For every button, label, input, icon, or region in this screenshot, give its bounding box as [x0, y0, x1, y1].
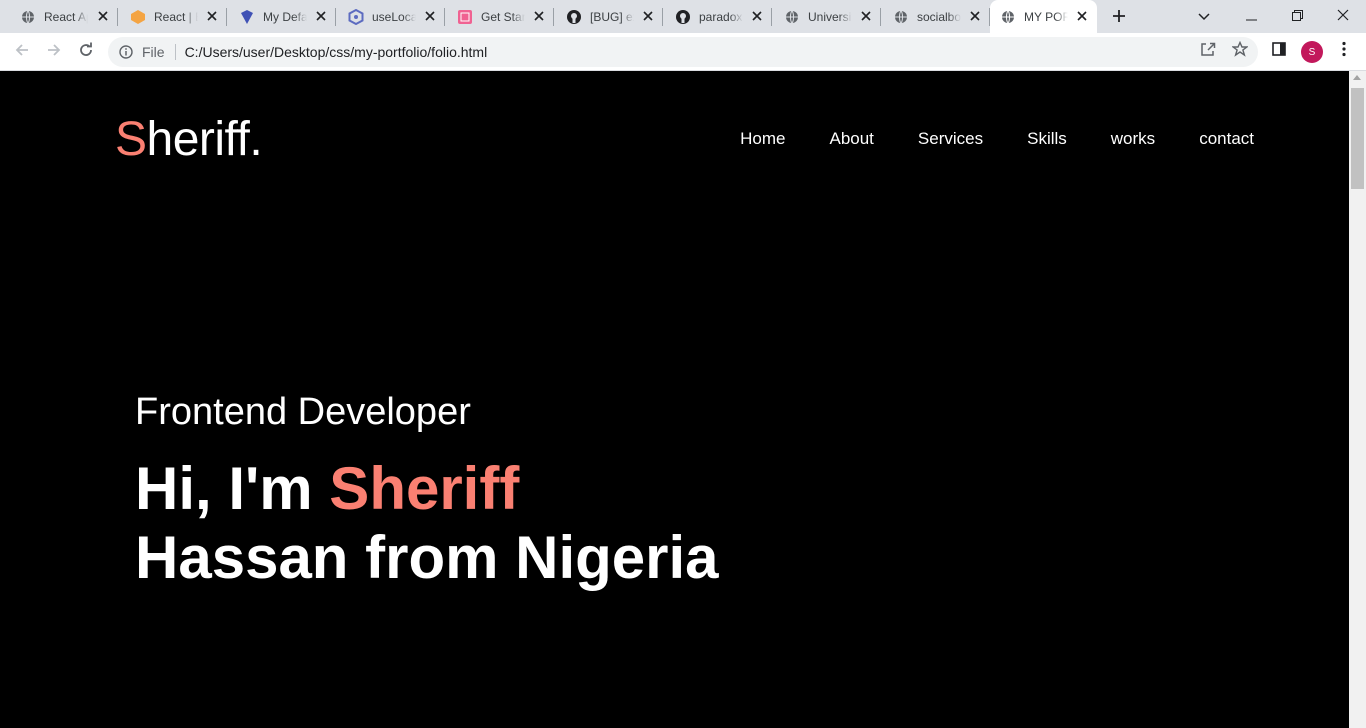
scrollbar-thumb[interactable] [1351, 88, 1364, 189]
globe-icon [893, 9, 909, 25]
github-icon [675, 9, 691, 25]
star-icon [1231, 40, 1249, 62]
minimize-button[interactable] [1228, 0, 1274, 33]
side-panel-button[interactable] [1268, 40, 1290, 62]
nav-about[interactable]: About [829, 129, 873, 149]
share-icon [1200, 41, 1216, 62]
app-icon [457, 9, 473, 25]
close-icon[interactable] [532, 9, 546, 23]
reload-button[interactable] [74, 40, 98, 64]
back-button[interactable] [10, 40, 34, 64]
nav-contact[interactable]: contact [1199, 129, 1254, 149]
tab-my-default[interactable]: My Default [227, 0, 336, 33]
nav-services[interactable]: Services [918, 129, 983, 149]
tab-search-button[interactable] [1181, 0, 1227, 33]
react-bootstrap-icon [130, 9, 146, 25]
tab-react-app[interactable]: React App [0, 0, 118, 33]
menu-button[interactable] [1333, 40, 1355, 62]
hexagon-icon [348, 8, 364, 25]
tab-title: MY PORTFOLIO [1024, 9, 1068, 24]
hero-role: Frontend Developer [135, 391, 471, 433]
portfolio-page: Sheriff. Home About Services Skills work… [0, 71, 1349, 728]
info-icon[interactable] [118, 44, 134, 60]
tab-socialbook[interactable]: socialbook [881, 0, 990, 33]
tab-bug-ex[interactable]: [BUG] ex [554, 0, 663, 33]
hero-heading: Hi, I'm Sheriff Hassan from Nigeria [135, 454, 719, 592]
scroll-up-arrow-icon[interactable] [1353, 75, 1361, 80]
bookmark-button[interactable] [1229, 40, 1251, 62]
hero-rest: Hassan from Nigeria [135, 524, 719, 591]
arrow-left-icon [14, 42, 30, 63]
scheme-label: File [142, 44, 165, 60]
tab-strip: React App React | Bootstrap My Default u… [0, 0, 1366, 33]
restore-button[interactable] [1274, 0, 1320, 33]
tab-react-bootstrap[interactable]: React | Bootstrap [118, 0, 227, 33]
close-icon[interactable] [96, 9, 110, 23]
logo-rest: heriff. [146, 113, 263, 166]
close-icon[interactable] [750, 9, 764, 23]
nav-home[interactable]: Home [740, 129, 785, 149]
close-icon[interactable] [423, 9, 437, 23]
forward-button[interactable] [42, 40, 66, 64]
close-icon[interactable] [641, 9, 655, 23]
new-tab-button[interactable] [1108, 7, 1130, 29]
tab-title: University [808, 9, 852, 24]
side-panel-icon [1272, 41, 1286, 61]
tab-title: [BUG] ex [590, 9, 634, 24]
tab-my-portfolio[interactable]: MY PORTFOLIO [990, 0, 1097, 33]
restore-icon [1291, 8, 1303, 26]
globe-icon [1000, 9, 1016, 25]
plus-icon [1112, 9, 1126, 28]
page-scrollbar[interactable] [1349, 71, 1366, 728]
chevron-down-icon [1198, 8, 1210, 26]
tab-title: paradox [699, 9, 743, 24]
tab-get-started[interactable]: Get Started [445, 0, 554, 33]
tab-title: My Default [263, 9, 307, 24]
main-nav: Home About Services Skills works contact [696, 129, 1254, 149]
tab-title: Get Started [481, 9, 525, 24]
address-bar[interactable]: File C:/Users/user/Desktop/css/my-portfo… [108, 37, 1258, 67]
github-icon [566, 9, 582, 25]
close-icon[interactable] [1075, 9, 1089, 23]
nav-skills[interactable]: Skills [1027, 129, 1067, 149]
browser-toolbar: File C:/Users/user/Desktop/css/my-portfo… [0, 33, 1366, 71]
share-button[interactable] [1197, 40, 1219, 62]
arrow-right-icon [46, 42, 62, 63]
globe-icon [784, 9, 800, 25]
tab-title: React App [44, 9, 88, 24]
close-icon[interactable] [205, 9, 219, 23]
close-window-button[interactable] [1320, 0, 1366, 33]
tab-paradox[interactable]: paradox [663, 0, 772, 33]
profile-avatar[interactable]: S [1301, 41, 1323, 63]
close-icon[interactable] [968, 9, 982, 23]
minimize-icon [1245, 8, 1257, 26]
nav-works[interactable]: works [1111, 129, 1155, 149]
shield-icon [239, 9, 255, 25]
url-text[interactable]: C:/Users/user/Desktop/css/my-portfolio/f… [185, 44, 488, 60]
tab-title: useLocation [372, 9, 416, 24]
hero-section: Frontend Developer Hi, I'm Sheriff Hassa… [135, 391, 719, 592]
close-icon[interactable] [314, 9, 328, 23]
divider [174, 44, 176, 60]
kebab-menu-icon [1342, 41, 1346, 62]
tab-uselocation[interactable]: useLocation [336, 0, 445, 33]
tab-university[interactable]: University [772, 0, 881, 33]
tab-title: socialbook [917, 9, 961, 24]
reload-icon [78, 42, 94, 63]
site-logo[interactable]: Sheriff. [115, 112, 263, 167]
close-icon[interactable] [859, 9, 873, 23]
logo-initial: S [115, 113, 147, 166]
hero-name-accent: Sheriff [329, 455, 520, 522]
tab-title: React | Bootstrap [154, 9, 198, 24]
close-icon [1337, 8, 1349, 26]
hero-greeting: Hi, I'm [135, 455, 330, 522]
globe-icon [20, 9, 36, 25]
